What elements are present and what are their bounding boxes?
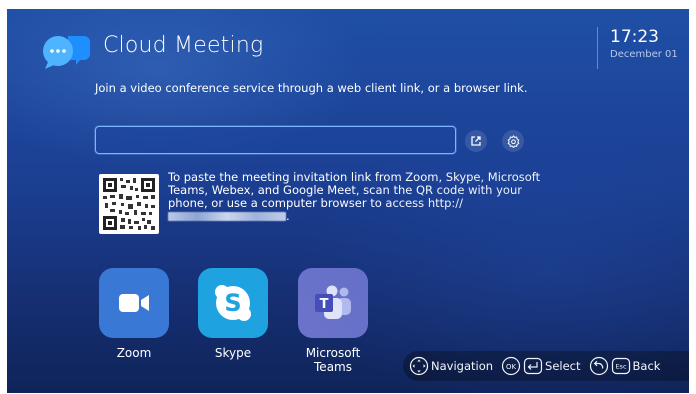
- app-label-teams: Microsoft Teams: [305, 346, 361, 374]
- ok-key-icon: OK: [501, 356, 521, 376]
- remote-hint-bar: Navigation OK Select Esc Back: [403, 351, 689, 381]
- app-teams[interactable]: T Microsoft Teams: [293, 268, 373, 374]
- svg-text:S: S: [224, 289, 241, 317]
- description-text: Join a video conference service through …: [95, 81, 528, 95]
- app-zoom[interactable]: Zoom: [94, 268, 174, 360]
- settings-button[interactable]: [502, 130, 524, 152]
- clock-time: 17:23: [610, 27, 659, 47]
- hint-navigation: Navigation: [409, 356, 493, 376]
- ok-key-label: OK: [506, 363, 517, 371]
- qr-instructions: To paste the meeting invitation link fro…: [168, 171, 548, 223]
- page-title: Cloud Meeting: [103, 33, 264, 58]
- ip-address-redacted: [168, 212, 286, 221]
- zoom-tile[interactable]: [99, 268, 169, 338]
- esc-key-icon: Esc: [611, 357, 630, 375]
- svg-text:T: T: [320, 297, 329, 312]
- back-arrow-icon: [589, 356, 608, 376]
- chat-bubble-icon: [38, 31, 94, 71]
- instructions-text: To paste the meeting invitation link fro…: [168, 170, 541, 210]
- app-skype[interactable]: S Skype: [193, 268, 273, 360]
- hint-back-label: Back: [632, 359, 661, 373]
- hint-navigation-label: Navigation: [431, 359, 494, 373]
- qr-code-icon: [99, 174, 159, 234]
- clock-date: December 01: [610, 49, 678, 60]
- open-external-button[interactable]: [465, 130, 487, 152]
- esc-key-label: Esc: [615, 363, 626, 371]
- clock: 17:23 December 01: [597, 27, 678, 69]
- app-label-skype: Skype: [214, 346, 252, 360]
- hint-select: OK Select: [501, 356, 581, 376]
- teams-icon: T: [315, 285, 351, 319]
- skype-tile[interactable]: S: [198, 268, 268, 338]
- hint-select-label: Select: [545, 359, 581, 373]
- teams-tile[interactable]: T: [298, 268, 368, 338]
- meeting-link-input[interactable]: [95, 126, 456, 154]
- settings-icon: [507, 134, 519, 148]
- hint-back: Esc Back: [589, 356, 661, 376]
- dpad-icon: [409, 356, 429, 376]
- skype-icon: S: [215, 285, 251, 321]
- enter-key-icon: [523, 357, 543, 375]
- instructions-suffix: .: [286, 209, 290, 223]
- zoom-camera-icon: [119, 294, 149, 312]
- open-external-icon: [471, 136, 481, 146]
- tv-screen: Cloud Meeting 17:23 December 01 Join a v…: [7, 9, 689, 393]
- app-label-zoom: Zoom: [116, 346, 152, 360]
